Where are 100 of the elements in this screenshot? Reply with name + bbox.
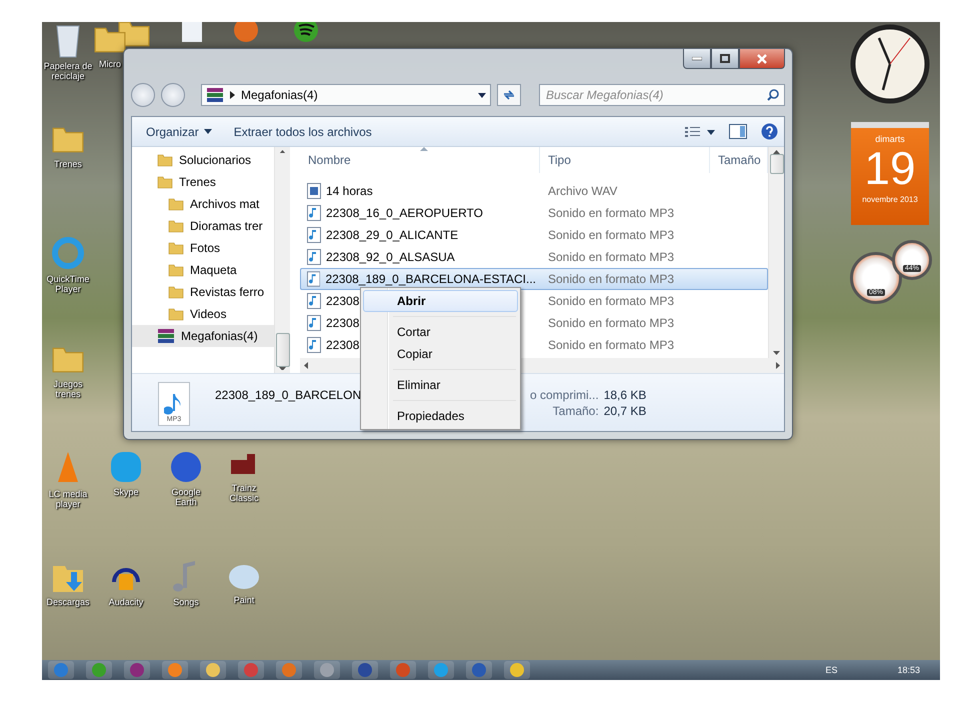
app-icon[interactable] — [243, 662, 259, 678]
sort-arrow-icon — [420, 147, 428, 151]
folder-icon — [157, 152, 173, 168]
back-button[interactable] — [131, 83, 155, 107]
month-year: novembre 2013 — [862, 195, 918, 204]
nav-item[interactable]: Dioramas trer — [132, 215, 274, 237]
app-icon[interactable] — [433, 662, 449, 678]
menu-item[interactable]: Eliminar — [363, 374, 518, 396]
audio-file-icon — [307, 183, 321, 199]
scrollbar-thumb[interactable] — [276, 332, 290, 368]
file-type-cell[interactable]: Sonido en formato MP3 — [540, 268, 768, 290]
menu-item[interactable]: Copiar — [363, 343, 518, 365]
nav-item[interactable]: Fotos — [132, 237, 274, 259]
app-icon[interactable] — [281, 662, 297, 678]
music-file-icon — [307, 205, 321, 221]
app-icon[interactable] — [319, 662, 335, 678]
file-name-cell[interactable]: 22308_16_0_AEROPUERTO — [300, 202, 487, 224]
file-name-cell[interactable]: 22308 — [300, 334, 364, 356]
nav-item[interactable]: Revistas ferro — [132, 281, 274, 303]
music-file-icon — [307, 249, 321, 265]
help-icon[interactable] — [761, 123, 778, 140]
search-field[interactable]: Buscar Megafonias(4) — [539, 84, 785, 106]
clock-time[interactable]: 18:53 — [897, 665, 920, 675]
file-type-cell[interactable]: Sonido en formato MP3 — [540, 290, 680, 312]
document-icon — [180, 22, 204, 44]
maximize-button[interactable] — [711, 49, 739, 69]
close-icon — [757, 54, 767, 64]
nav-item[interactable]: Archivos mat — [132, 193, 274, 215]
desktop-icon-label[interactable]: Papelera de reciclaje — [42, 61, 94, 82]
file-type-cell[interactable]: Sonido en formato MP3 — [540, 334, 680, 356]
detail-value: 18,6 KB — [604, 388, 646, 402]
file-name-cell[interactable]: 22308 — [300, 312, 364, 334]
maximize-icon — [720, 54, 730, 63]
day-number: 19 — [864, 145, 916, 191]
file-type-cell[interactable]: Sonido en formato MP3 — [540, 246, 680, 268]
file-name-cell[interactable]: 22308_189_0_BARCELONA-ESTACI... — [300, 268, 540, 290]
app-icon[interactable] — [205, 662, 221, 678]
music-file-icon — [307, 315, 321, 331]
view-list-icon[interactable] — [685, 126, 715, 138]
app-icon[interactable] — [129, 662, 145, 678]
folder-icon — [168, 240, 184, 256]
close-button[interactable] — [739, 49, 785, 69]
up-arrow-icon — [773, 150, 780, 154]
caret-icon — [204, 129, 212, 134]
nav-item[interactable]: Maqueta — [132, 259, 274, 281]
scrollbar-thumb[interactable] — [770, 154, 784, 174]
app-icon[interactable] — [357, 662, 373, 678]
desktop-icon-label[interactable]: Micro — [99, 59, 121, 70]
nav-item[interactable]: Solucionarios — [132, 149, 274, 171]
app-icon[interactable] — [91, 662, 107, 678]
organize-button[interactable]: Organizar — [146, 124, 212, 138]
nav-item[interactable]: Videos — [132, 303, 274, 325]
minimize-icon — [692, 56, 702, 60]
nav-item[interactable]: Megafonias(4) — [132, 325, 274, 347]
file-type-cell[interactable]: Sonido en formato MP3 — [540, 202, 680, 224]
extract-button[interactable]: Extraer todos los archivos — [234, 124, 372, 138]
preview-pane-icon[interactable] — [729, 124, 747, 139]
scrollbar[interactable] — [274, 147, 290, 373]
app-icon[interactable] — [471, 662, 487, 678]
right-arrow-icon — [776, 362, 780, 369]
app-icon[interactable] — [167, 662, 183, 678]
file-name-cell[interactable]: 22308_29_0_ALICANTE — [300, 224, 462, 246]
desktop-icon-label[interactable]: QuickTime Player — [42, 274, 94, 295]
refresh-button[interactable] — [497, 84, 521, 106]
menu-item[interactable]: Propiedades — [363, 405, 518, 427]
file-type-cell[interactable]: Sonido en formato MP3 — [540, 312, 680, 334]
folder-icon — [168, 218, 184, 234]
detail-label: Tamaño: — [552, 404, 599, 418]
file-name: 22308_189_0_BARCELON — [215, 388, 362, 402]
language-indicator[interactable]: ES — [825, 665, 838, 675]
minimize-button[interactable] — [683, 49, 711, 69]
desktop-icon-label[interactable]: Trenes — [54, 159, 82, 170]
forward-button[interactable] — [161, 83, 185, 107]
down-arrow-icon — [773, 351, 780, 355]
app-icon[interactable] — [395, 662, 411, 678]
dropdown-caret-icon — [478, 92, 486, 98]
file-name-cell[interactable]: 14 horas — [300, 180, 377, 202]
file-type-cell[interactable]: Archivo WAV — [540, 180, 622, 202]
file-name-cell[interactable]: 22308 — [300, 290, 364, 312]
folder-icon — [168, 196, 184, 212]
music-file-icon — [307, 337, 321, 353]
refresh-icon — [502, 89, 516, 101]
nav-item[interactable]: Trenes — [132, 171, 274, 193]
chevron-icon — [230, 91, 235, 99]
start-orb-icon[interactable] — [53, 662, 69, 678]
up-arrow-icon — [279, 150, 286, 153]
weekday: dimarts — [875, 134, 905, 144]
column-header[interactable]: Tipo — [540, 147, 710, 173]
address-bar[interactable]: Megafonias(4) — [201, 84, 491, 106]
music-file-icon — [307, 227, 321, 243]
detail-value: 20,7 KB — [604, 404, 646, 418]
app-icon[interactable] — [509, 662, 525, 678]
menu-item[interactable]: Abrir — [363, 290, 518, 312]
file-name-cell[interactable]: 22308_92_0_ALSASUA — [300, 246, 459, 268]
scrollbar[interactable] — [768, 147, 784, 358]
globe-icon — [169, 450, 203, 484]
menu-item[interactable]: Cortar — [363, 321, 518, 343]
app-logo-icon — [292, 22, 320, 44]
music-file-icon — [307, 293, 321, 309]
file-type-cell[interactable]: Sonido en formato MP3 — [540, 224, 680, 246]
